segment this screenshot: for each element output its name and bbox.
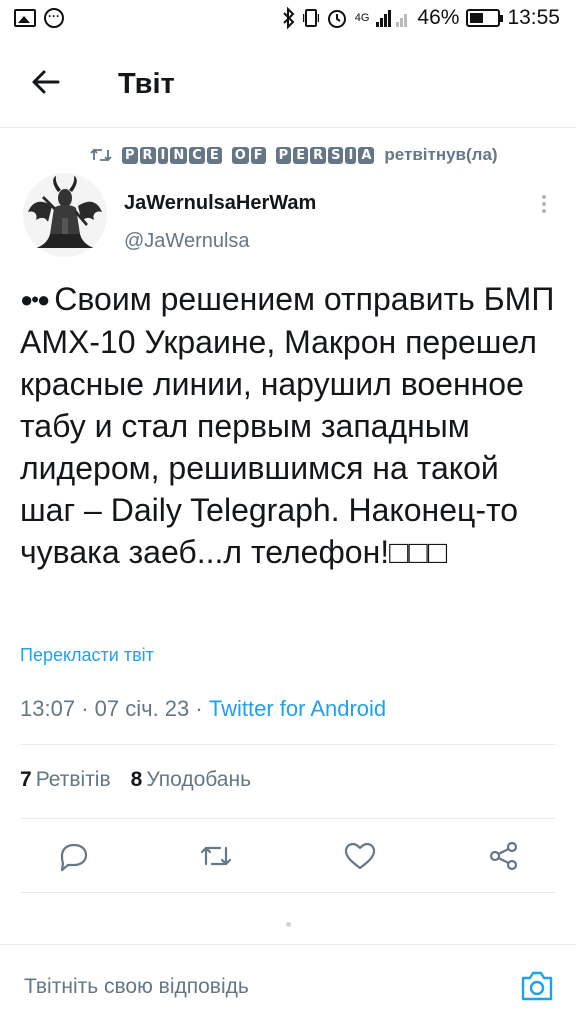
battery-percent: 46% [417, 6, 460, 29]
retweet-icon [90, 148, 112, 162]
retweeter-name-letter: E [206, 146, 222, 164]
scroll-indicator [286, 922, 291, 927]
reply-button[interactable] [54, 838, 90, 874]
retweet-icon [200, 846, 232, 866]
retweeter-name-letter: I [157, 146, 169, 164]
retweeter-name-letter: S [328, 146, 344, 164]
retweeter-name-letter: N [170, 146, 188, 164]
page-title: Твіт [118, 68, 175, 100]
tweet-date: 07 січ. 23 [94, 696, 190, 721]
translate-tweet-link[interactable]: Перекласти твіт [20, 645, 154, 666]
alarm-icon [327, 10, 346, 28]
heart-icon [344, 842, 376, 870]
retweeter-name-letter: I [345, 146, 357, 164]
retweeter-name-letter: E [293, 146, 309, 164]
meta-separator: · [195, 696, 209, 721]
tweet-source-link[interactable]: Twitter for Android [209, 696, 386, 721]
status-bar: ··· 4G 46% 13:55 [0, 0, 576, 38]
likes-stat[interactable]: 8 Уподобань [131, 768, 251, 792]
retweeter-name-letter: R [310, 146, 327, 164]
meta-separator: · [81, 696, 95, 721]
retweets-label: Ретвітів [35, 768, 111, 791]
reply-icon [60, 843, 88, 872]
tweet-time: 13:07 [20, 696, 76, 721]
divider [20, 892, 556, 893]
retweet-label: ретвітнув(ла) [384, 145, 498, 164]
retweeter-name[interactable]: PRINCEOFPERSIA [122, 146, 375, 164]
divider [20, 744, 556, 745]
vibrate-icon [302, 9, 319, 27]
signal-icon [376, 10, 408, 27]
tweet-stats: 7 Ретвітів 8 Уподобань [20, 768, 251, 792]
more-dot [542, 195, 546, 199]
divider [20, 818, 556, 819]
battery-icon [466, 9, 504, 27]
likes-count: 8 [130, 768, 143, 791]
retweets-stat[interactable]: 7 Ретвітів [20, 768, 111, 792]
arrow-left-icon [32, 70, 60, 94]
more-dot [542, 209, 546, 213]
reply-bar: Твітніть свою відповідь [0, 944, 576, 1024]
avatar[interactable] [22, 172, 108, 258]
tweet-actions [0, 830, 576, 880]
retweeter-name-letter: P [275, 146, 292, 164]
share-icon [489, 841, 518, 871]
retweeter-name-letter: F [250, 146, 266, 164]
tweet-text: ●•● Своим решением отправить БМП AMX-10 У… [20, 278, 560, 573]
clock: 13:55 [507, 6, 560, 29]
retweet-button[interactable] [198, 838, 234, 874]
retweeter-name-letter: P [122, 146, 138, 164]
eyes-emoji-icon: ●•● [20, 287, 50, 312]
tweet-meta: 13:07 · 07 січ. 23 · Twitter for Android [20, 696, 386, 722]
image-icon [14, 9, 36, 27]
share-button[interactable] [486, 838, 522, 874]
retweets-count: 7 [20, 768, 32, 791]
camera-icon [521, 971, 553, 1001]
tweet-body: Своим решением отправить БМП AMX-10 Укра… [20, 281, 555, 570]
author-name[interactable]: JaWernulsaHerWam [124, 192, 316, 215]
retweeter-name-letter: C [189, 146, 205, 164]
likes-label: Уподобань [146, 768, 252, 791]
top-app-bar: Твіт [0, 38, 576, 128]
retweeter-name-letter: R [139, 146, 156, 164]
retweeter-name-letter: O [231, 146, 249, 164]
chat-dots-icon: ··· [44, 8, 64, 28]
like-button[interactable] [342, 838, 378, 874]
back-button[interactable] [28, 64, 68, 104]
more-dot [542, 202, 546, 206]
reply-input[interactable]: Твітніть свою відповідь [24, 975, 249, 999]
baphomet-avatar-icon [23, 173, 107, 257]
retweet-context[interactable]: PRINCEOFPERSIA ретвітнув(ла) [90, 145, 498, 165]
retweeter-name-letter: A [358, 146, 375, 164]
network-type: 4G [354, 12, 370, 24]
tweet-trailing-glyphs: □□□ [389, 534, 448, 570]
bluetooth-icon [283, 7, 295, 29]
more-options-button[interactable] [534, 192, 554, 218]
camera-button[interactable] [518, 967, 556, 1005]
author-handle[interactable]: @JaWernulsa [124, 230, 250, 253]
